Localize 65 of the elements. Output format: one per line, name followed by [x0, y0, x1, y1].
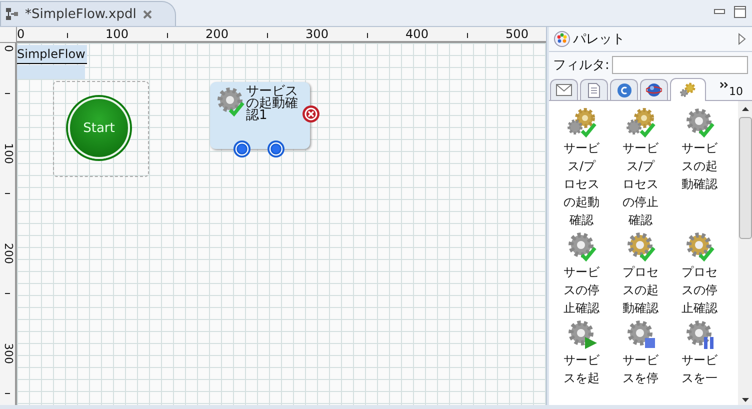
- palette-item-label: サービスの停止確認: [562, 264, 600, 317]
- pool-label[interactable]: SimpleFlow: [17, 45, 88, 64]
- envelope-icon: [556, 84, 572, 96]
- filter-field[interactable]: [612, 56, 748, 74]
- palette-tab[interactable]: [670, 78, 706, 101]
- ruler-label: 100: [2, 143, 14, 164]
- activity-node[interactable]: サービスの起動確認1: [210, 82, 310, 149]
- palette-item[interactable]: プロセスの起動確認: [611, 231, 670, 317]
- error-icon: [302, 105, 320, 123]
- ruler-label: 500: [506, 27, 528, 41]
- gears-icon: [679, 82, 697, 98]
- palette-icon: [554, 31, 570, 47]
- palette-item-label: プロセスの起動確認: [622, 264, 660, 317]
- palette-item[interactable]: サービスを起: [552, 319, 611, 387]
- scroll-thumb[interactable]: [738, 117, 752, 239]
- triangle-right-icon[interactable]: [738, 33, 746, 45]
- port-icon[interactable]: [233, 140, 251, 158]
- port-icon[interactable]: [267, 140, 285, 158]
- filter-label: フィルタ:: [553, 57, 610, 74]
- gear-icon: [624, 107, 658, 139]
- palette-item[interactable]: サービス/プロセスの停止確認: [611, 107, 670, 229]
- ruler-label: 400: [406, 27, 428, 41]
- palette-item[interactable]: サービスの停止確認: [552, 231, 611, 317]
- activity-label: サービスの起動確認1: [246, 86, 298, 122]
- palette-item-label: サービス/プロセスの停止確認: [622, 140, 660, 229]
- scroll-down-icon[interactable]: [742, 398, 748, 402]
- palette-item-label: プロセスの停止確認: [680, 264, 718, 317]
- palette-item[interactable]: サービス/プロセスの起動確認: [552, 107, 611, 229]
- palette-item-label: サービスを起: [562, 352, 600, 387]
- ruler-label: 300: [306, 27, 328, 41]
- palette-tab[interactable]: [640, 79, 668, 100]
- ruler-label: 100: [106, 27, 128, 41]
- minimize-icon[interactable]: [714, 9, 725, 15]
- more-tabs-count[interactable]: 10: [729, 82, 743, 98]
- diagram-icon: [5, 7, 19, 21]
- chevrons-icon[interactable]: [720, 82, 728, 88]
- palette-item[interactable]: サービスを停: [611, 319, 670, 387]
- palette-item[interactable]: プロセスの停止確認: [670, 231, 729, 317]
- gear-icon: [564, 107, 598, 139]
- maximize-icon[interactable]: [734, 6, 746, 18]
- scroll-up-icon[interactable]: [742, 107, 748, 111]
- ruler-label: 0: [2, 45, 14, 52]
- palette-item[interactable]: サービスを一: [670, 319, 729, 387]
- start-event[interactable]: Start: [68, 97, 130, 159]
- editor-tab[interactable]: *SimpleFlow.xpdl: [0, 1, 176, 26]
- palette-title: パレット: [573, 31, 626, 48]
- palette-tab[interactable]: [580, 79, 608, 100]
- palette-item-label: サービスを停: [622, 352, 660, 387]
- globe-icon: [646, 82, 662, 98]
- ruler-label: 200: [206, 27, 228, 41]
- lane-header: [17, 65, 85, 79]
- c-circle-icon: [616, 82, 632, 98]
- palette-item-label: サービスを一: [680, 352, 718, 387]
- tab-title: *SimpleFlow.xpdl: [25, 6, 136, 22]
- ruler-label: 200: [2, 243, 14, 264]
- palette-item[interactable]: サービスの起動確認: [670, 107, 729, 229]
- palette-tab[interactable]: [550, 79, 578, 100]
- palette-item-label: サービスの起動確認: [680, 140, 718, 193]
- palette-tab[interactable]: [610, 79, 638, 100]
- document-icon: [588, 82, 600, 98]
- close-icon[interactable]: [142, 8, 154, 20]
- palette-item-label: サービス/プロセスの起動確認: [562, 140, 600, 229]
- ruler-label: 300: [2, 343, 14, 364]
- ruler-label: 0: [17, 27, 25, 41]
- scrollbar[interactable]: [738, 101, 752, 405]
